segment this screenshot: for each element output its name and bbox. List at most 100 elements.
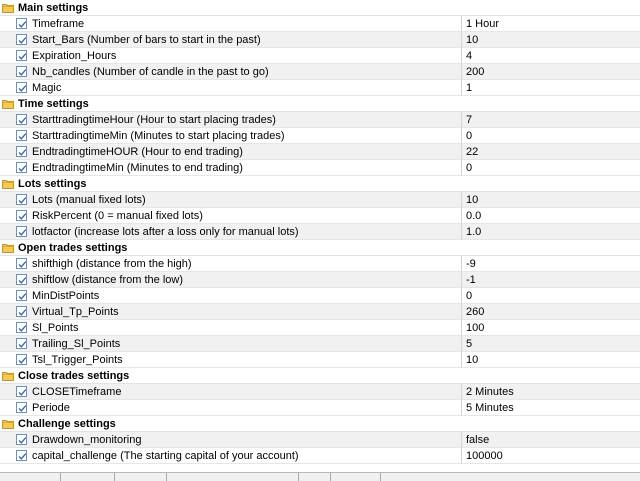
setting-value[interactable]: 260: [462, 304, 640, 320]
setting-row[interactable]: EndtradingtimeMin (Minutes to end tradin…: [0, 160, 640, 176]
section-title: Time settings: [18, 97, 89, 110]
setting-name: Nb_candles (Number of candle in the past…: [32, 65, 269, 78]
setting-value[interactable]: 200: [462, 64, 640, 80]
checkbox-checked-icon[interactable]: [16, 274, 27, 285]
setting-row[interactable]: Expiration_Hours 4: [0, 48, 640, 64]
setting-name: Sl_Points: [32, 321, 79, 334]
setting-name: Periode: [32, 401, 70, 414]
checkbox-checked-icon[interactable]: [16, 258, 27, 269]
setting-row[interactable]: Timeframe 1 Hour: [0, 16, 640, 32]
setting-value[interactable]: 5: [462, 336, 640, 352]
checkbox-checked-icon[interactable]: [16, 306, 27, 317]
setting-row[interactable]: Sl_Points 100: [0, 320, 640, 336]
setting-name: EndtradingtimeHOUR (Hour to end trading): [32, 145, 243, 158]
setting-row[interactable]: Virtual_Tp_Points 260: [0, 304, 640, 320]
setting-value[interactable]: 5 Minutes: [462, 400, 640, 416]
setting-name-cell: Virtual_Tp_Points: [0, 304, 462, 320]
checkbox-checked-icon[interactable]: [16, 82, 27, 93]
checkbox-checked-icon[interactable]: [16, 50, 27, 61]
section-header[interactable]: Time settings: [0, 96, 640, 112]
setting-value[interactable]: 0: [462, 160, 640, 176]
setting-name: Start_Bars (Number of bars to start in t…: [32, 33, 261, 46]
setting-value[interactable]: -1: [462, 272, 640, 288]
checkbox-checked-icon[interactable]: [16, 162, 27, 173]
setting-row[interactable]: RiskPercent (0 = manual fixed lots) 0.0: [0, 208, 640, 224]
checkbox-checked-icon[interactable]: [16, 226, 27, 237]
section-header[interactable]: Main settings: [0, 0, 640, 16]
folder-icon: [2, 179, 14, 189]
setting-name: lotfactor (increase lots after a loss on…: [32, 225, 299, 238]
setting-name-cell: Drawdown_monitoring: [0, 432, 462, 448]
setting-row[interactable]: shiftlow (distance from the low) -1: [0, 272, 640, 288]
setting-row[interactable]: lotfactor (increase lots after a loss on…: [0, 224, 640, 240]
checkbox-checked-icon[interactable]: [16, 34, 27, 45]
setting-row[interactable]: Lots (manual fixed lots) 10: [0, 192, 640, 208]
checkbox-checked-icon[interactable]: [16, 338, 27, 349]
section-header[interactable]: Close trades settings: [0, 368, 640, 384]
setting-name-cell: shifthigh (distance from the high): [0, 256, 462, 272]
setting-value[interactable]: 100: [462, 320, 640, 336]
checkbox-checked-icon[interactable]: [16, 354, 27, 365]
setting-value[interactable]: 10: [462, 352, 640, 368]
setting-row[interactable]: Nb_candles (Number of candle in the past…: [0, 64, 640, 80]
checkbox-checked-icon[interactable]: [16, 290, 27, 301]
setting-value[interactable]: 10: [462, 32, 640, 48]
checkbox-checked-icon[interactable]: [16, 114, 27, 125]
setting-row[interactable]: Periode 5 Minutes: [0, 400, 640, 416]
setting-row[interactable]: MinDistPoints 0: [0, 288, 640, 304]
setting-row[interactable]: CLOSETimeframe 2 Minutes: [0, 384, 640, 400]
setting-value[interactable]: 1.0: [462, 224, 640, 240]
setting-value[interactable]: 1 Hour: [462, 16, 640, 32]
setting-row[interactable]: Start_Bars (Number of bars to start in t…: [0, 32, 640, 48]
setting-name: StarttradingtimeMin (Minutes to start pl…: [32, 129, 285, 142]
setting-name: CLOSETimeframe: [32, 385, 122, 398]
setting-row[interactable]: capital_challenge (The starting capital …: [0, 448, 640, 464]
checkbox-checked-icon[interactable]: [16, 194, 27, 205]
setting-row[interactable]: Drawdown_monitoring false: [0, 432, 640, 448]
setting-value[interactable]: 0: [462, 128, 640, 144]
section-title: Challenge settings: [18, 417, 116, 430]
setting-row[interactable]: Magic 1: [0, 80, 640, 96]
checkbox-checked-icon[interactable]: [16, 66, 27, 77]
setting-value[interactable]: 10: [462, 192, 640, 208]
checkbox-checked-icon[interactable]: [16, 402, 27, 413]
setting-name-cell: Periode: [0, 400, 462, 416]
checkbox-checked-icon[interactable]: [16, 450, 27, 461]
setting-value[interactable]: 4: [462, 48, 640, 64]
setting-name-cell: Timeframe: [0, 16, 462, 32]
checkbox-checked-icon[interactable]: [16, 210, 27, 221]
setting-value[interactable]: 22: [462, 144, 640, 160]
setting-row[interactable]: StarttradingtimeHour (Hour to start plac…: [0, 112, 640, 128]
checkbox-checked-icon[interactable]: [16, 130, 27, 141]
checkbox-checked-icon[interactable]: [16, 146, 27, 157]
setting-name-cell: Sl_Points: [0, 320, 462, 336]
setting-row[interactable]: Trailing_Sl_Points 5: [0, 336, 640, 352]
setting-name-cell: Lots (manual fixed lots): [0, 192, 462, 208]
setting-value[interactable]: 7: [462, 112, 640, 128]
checkbox-checked-icon[interactable]: [16, 322, 27, 333]
checkbox-checked-icon[interactable]: [16, 434, 27, 445]
setting-value[interactable]: false: [462, 432, 640, 448]
setting-row[interactable]: shifthigh (distance from the high) -9: [0, 256, 640, 272]
setting-row[interactable]: EndtradingtimeHOUR (Hour to end trading)…: [0, 144, 640, 160]
section-header[interactable]: Open trades settings: [0, 240, 640, 256]
setting-name-cell: Expiration_Hours: [0, 48, 462, 64]
section-header[interactable]: Challenge settings: [0, 416, 640, 432]
checkbox-checked-icon[interactable]: [16, 18, 27, 29]
setting-value[interactable]: 0: [462, 288, 640, 304]
setting-row[interactable]: StarttradingtimeMin (Minutes to start pl…: [0, 128, 640, 144]
folder-icon: [2, 3, 14, 13]
setting-value[interactable]: 100000: [462, 448, 640, 464]
checkbox-checked-icon[interactable]: [16, 386, 27, 397]
setting-value[interactable]: 0.0: [462, 208, 640, 224]
section-title: Open trades settings: [18, 241, 128, 254]
section-header[interactable]: Lots settings: [0, 176, 640, 192]
setting-value[interactable]: 2 Minutes: [462, 384, 640, 400]
setting-row[interactable]: Tsl_Trigger_Points 10: [0, 352, 640, 368]
setting-name: capital_challenge (The starting capital …: [32, 449, 299, 462]
setting-value[interactable]: 1: [462, 80, 640, 96]
setting-name: Timeframe: [32, 17, 85, 30]
setting-name-cell: capital_challenge (The starting capital …: [0, 448, 462, 464]
section-title: Close trades settings: [18, 369, 130, 382]
setting-value[interactable]: -9: [462, 256, 640, 272]
